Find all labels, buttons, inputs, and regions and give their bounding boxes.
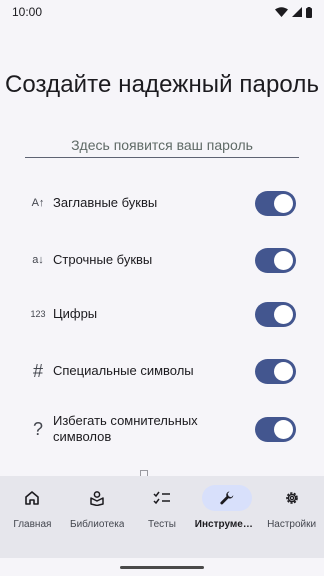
nav-pill: [137, 485, 187, 511]
option-avoid-ambiguous: ? Избегать сомнительных символов: [0, 409, 324, 449]
nav-label: Главная: [13, 519, 52, 530]
digits-toggle[interactable]: [255, 301, 296, 327]
toggle-knob: [274, 250, 293, 270]
nav-item-tests[interactable]: Тесты: [130, 476, 195, 558]
digits-icon: 123: [30, 309, 46, 319]
nav-label: Тесты: [148, 519, 176, 530]
nav-item-home[interactable]: Главная: [0, 476, 65, 558]
uppercase-toggle[interactable]: [255, 190, 296, 216]
option-label: Цифры: [53, 306, 98, 321]
option-special: # Специальные символы: [0, 351, 324, 391]
special-toggle[interactable]: [255, 358, 296, 384]
status-bar: 10:00: [0, 0, 324, 24]
wifi-icon: [275, 7, 288, 17]
wrench-icon: [220, 491, 234, 505]
status-time: 10:00: [12, 5, 43, 19]
nav-pill: [72, 485, 122, 511]
option-label: Избегать сомнительных символов: [53, 413, 198, 444]
toggle-knob: [274, 193, 293, 213]
nav-label: Настройки: [267, 519, 317, 530]
nav-pill: [267, 485, 317, 511]
option-lowercase: a↓ Строчные буквы: [0, 240, 324, 280]
hash-icon: #: [32, 360, 43, 381]
option-digits: 123 Цифры: [0, 294, 324, 334]
toggle-knob: [274, 419, 293, 439]
lowercase-icon: a↓: [32, 254, 44, 266]
question-icon: ?: [32, 418, 43, 439]
toggle-knob: [274, 304, 293, 324]
page-title: Создайте надежный пароль: [4, 71, 320, 98]
nav-item-tools[interactable]: Инструменты: [194, 476, 259, 558]
uppercase-icon: A↑: [31, 197, 45, 209]
option-label: Специальные символы: [53, 363, 194, 378]
library-icon: [90, 491, 104, 506]
option-label: Строчные буквы: [53, 252, 153, 267]
avoid-ambiguous-toggle[interactable]: [255, 416, 296, 442]
status-icons: [275, 6, 312, 18]
option-label: Заглавные буквы: [53, 195, 158, 210]
password-output-field[interactable]: Здесь появится ваш пароль: [25, 132, 299, 158]
nav-label: Библиотека: [70, 519, 125, 530]
nav-pill-active: [201, 485, 252, 511]
home-indicator: [120, 566, 204, 569]
gear-icon: [285, 492, 298, 504]
battery-icon: [306, 6, 312, 18]
nav-pill: [7, 485, 57, 511]
nav-item-settings[interactable]: Настройки: [259, 476, 324, 558]
nav-item-library[interactable]: Библиотека: [65, 476, 130, 558]
nav-label: Инструменты: [194, 519, 259, 530]
home-icon: [25, 491, 40, 505]
toggle-knob: [274, 361, 293, 381]
checklist-icon: [153, 491, 170, 505]
signal-icon: [292, 7, 302, 17]
bottom-navigation: Главная Библиотека Тесты Инструменты Нас…: [0, 476, 324, 558]
lowercase-toggle[interactable]: [255, 247, 296, 273]
option-uppercase: A↑ Заглавные буквы: [0, 183, 324, 223]
